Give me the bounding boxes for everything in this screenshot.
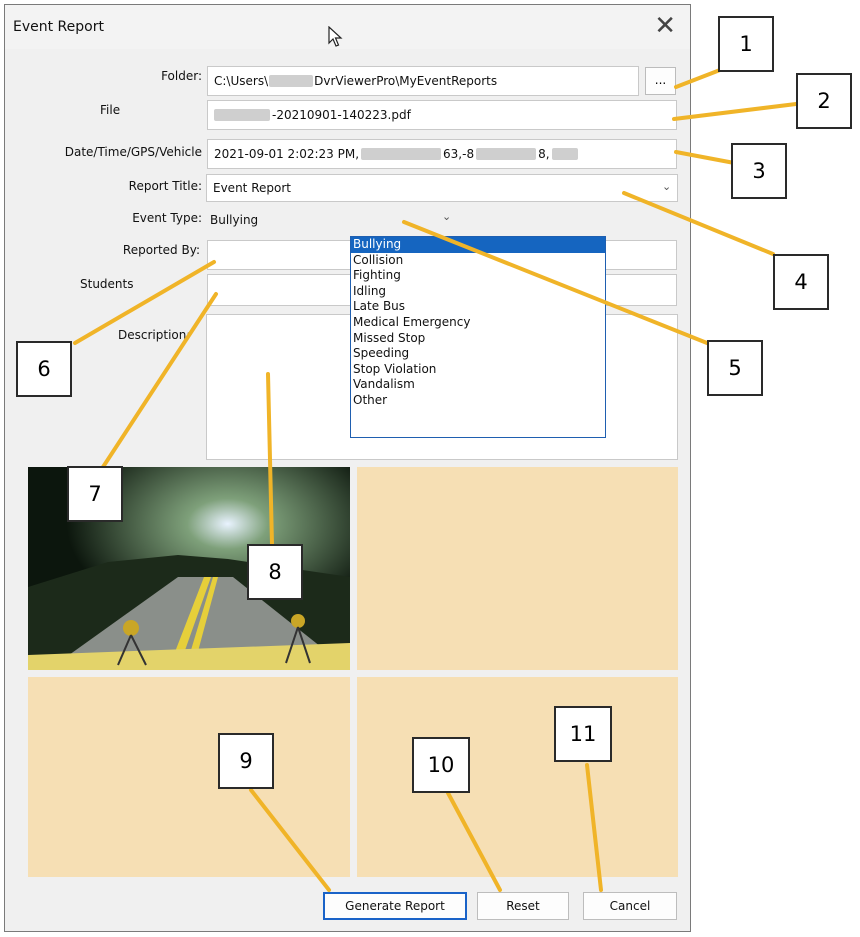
callout-3: 3: [731, 143, 787, 199]
callout-9: 9: [218, 733, 274, 789]
callout-2: 2: [796, 73, 852, 129]
callout-leader-lines: [73, 68, 798, 892]
callout-6: 6: [16, 341, 72, 397]
callout-10: 10: [412, 737, 470, 793]
callout-8: 8: [247, 544, 303, 600]
callout-5: 5: [707, 340, 763, 396]
callout-11: 11: [554, 706, 612, 762]
callout-7: 7: [67, 466, 123, 522]
callout-1: 1: [718, 16, 774, 72]
callout-4: 4: [773, 254, 829, 310]
